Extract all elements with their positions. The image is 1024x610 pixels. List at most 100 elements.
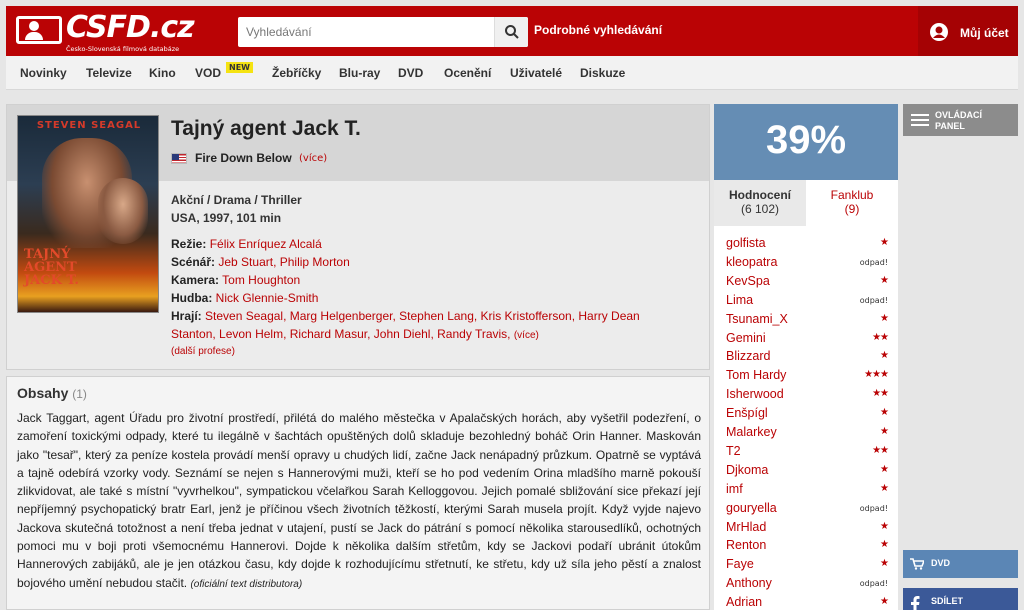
rating-user-link[interactable]: Adrian <box>726 595 762 609</box>
rating-stars-icon: ★ <box>880 407 889 419</box>
rating-user-link[interactable]: Gemini <box>726 331 766 345</box>
control-panel-button[interactable]: OVLÁDACÍ PANEL <box>903 104 1018 136</box>
rating-user-link[interactable]: gouryella <box>726 501 777 515</box>
plot-text: Jack Taggart, agent Úřadu pro životní pr… <box>17 409 701 594</box>
menu-item-vod[interactable]: VOD <box>195 66 221 80</box>
plot-heading: Obsahy (1) <box>17 385 87 401</box>
rating-user-link[interactable]: T2 <box>726 444 741 458</box>
rating-value-text: odpad! <box>859 257 888 267</box>
poster-title-text: TAJNÝ AGENT JACK T. <box>24 247 79 288</box>
rating-user-link[interactable]: Enšpígl <box>726 406 768 420</box>
rating-user-link[interactable]: Tom Hardy <box>726 368 786 382</box>
rating-stars-icon: ★ <box>880 463 889 475</box>
rating-stars-icon: ★ <box>880 596 889 608</box>
rating-stars-icon: ★★ <box>872 331 889 343</box>
rating-value-text: odpad! <box>859 295 888 305</box>
rating-user-link[interactable]: Isherwood <box>726 387 784 401</box>
rating-row: Tsunami_X ★ <box>714 310 898 329</box>
logo-icon <box>16 16 62 44</box>
cart-icon <box>910 558 924 570</box>
more-professions-link[interactable]: (další profese) <box>171 346 235 357</box>
share-button[interactable]: SDÍLET <box>903 588 1018 610</box>
user-ratings-list: golfista ★ kleopatra odpad! KevSpa ★ Lima odpad… <box>714 226 898 610</box>
music-label: Hudba: <box>171 291 213 305</box>
music-link[interactable]: Nick Glennie-Smith <box>216 291 319 305</box>
rating-user-link[interactable]: imf <box>726 482 743 496</box>
advanced-search-link[interactable]: Podrobné vyhledávání <box>534 23 662 37</box>
site-logo[interactable]: CSFD.cz Česko-Slovenská filmová databáze <box>16 10 195 53</box>
rating-row: Anthony odpad! <box>714 574 898 593</box>
cast-more-link[interactable]: (více) <box>514 330 539 341</box>
film-genres: Akční / Drama / Thriller <box>171 193 302 207</box>
menu-item-zebricky[interactable]: Žebříčky <box>272 66 321 80</box>
plot-body: Jack Taggart, agent Úřadu pro životní pr… <box>17 411 701 590</box>
original-title-more-link[interactable]: (více) <box>299 153 327 164</box>
account-button[interactable]: Můj účet <box>918 6 1018 56</box>
film-title: Tajný agent Jack T. <box>171 117 361 140</box>
menu-item-diskuze[interactable]: Diskuze <box>580 66 625 80</box>
rating-user-link[interactable]: Anthony <box>726 576 772 590</box>
cast-links-line2[interactable]: Stanton, Levon Helm, Richard Masur, John… <box>171 327 511 341</box>
rating-stars-icon: ★ <box>880 426 889 437</box>
rating-row: KevSpa ★ <box>714 272 898 291</box>
tab-fanclub[interactable]: Fanklub (9) <box>806 180 898 226</box>
cast-links-line1[interactable]: Steven Seagal, Marg Helgenberger, Stephe… <box>205 309 640 323</box>
tab-fanclub-count: (9) <box>844 202 860 216</box>
rating-user-link[interactable]: Malarkey <box>726 425 777 439</box>
menu-item-dvd[interactable]: DVD <box>398 66 423 80</box>
rating-user-link[interactable]: Lima <box>726 293 753 307</box>
director-link[interactable]: Félix Enríquez Alcalá <box>210 237 322 251</box>
writers-row: Scénář: Jeb Stuart, Philip Morton <box>171 253 350 271</box>
menu-item-kino[interactable]: Kino <box>149 66 176 80</box>
rating-row: Isherwood ★★ <box>714 385 898 404</box>
rating-user-link[interactable]: MrHlad <box>726 520 766 534</box>
user-icon <box>930 23 948 41</box>
rating-box: 39% <box>714 104 898 180</box>
dvd-button[interactable]: DVD <box>903 550 1018 578</box>
rating-row: Djkoma ★ <box>714 461 898 480</box>
menu-item-televize[interactable]: Televize <box>86 66 132 80</box>
control-panel-label: OVLÁDACÍ PANEL <box>935 110 982 131</box>
cast-row: Hrají: Steven Seagal, Marg Helgenberger,… <box>171 307 640 325</box>
rating-user-link[interactable]: golfista <box>726 236 766 250</box>
tab-fanclub-label: Fanklub <box>830 188 874 202</box>
tab-ratings[interactable]: Hodnocení (6 102) <box>714 180 806 226</box>
menu-item-oceneni[interactable]: Ocenění <box>444 66 491 80</box>
rating-user-link[interactable]: Blizzard <box>726 349 770 363</box>
plot-panel: Obsahy (1) Jack Taggart, agent Úřadu pro… <box>6 376 710 610</box>
tab-ratings-count: (6 102) <box>740 202 780 216</box>
rating-stars-icon: ★ <box>880 312 889 324</box>
rating-stars-icon: ★★ <box>872 444 889 456</box>
poster-actor-text: STEVEN SEAGAL <box>36 120 142 131</box>
menu-item-uzivatele[interactable]: Uživatelé <box>510 66 562 80</box>
new-badge: NEW <box>226 62 253 73</box>
plot-source: (oficiální text distributora) <box>190 578 303 590</box>
writers-links[interactable]: Jeb Stuart, Philip Morton <box>218 255 349 269</box>
rating-stars-icon: ★ <box>880 350 889 362</box>
rating-stars-icon: ★ <box>880 237 889 248</box>
search-button[interactable] <box>494 17 528 47</box>
account-label: Můj účet <box>960 26 1009 40</box>
rating-user-link[interactable]: Faye <box>726 557 754 571</box>
more-professions-row: (další profese) <box>171 343 235 361</box>
rating-stars-icon: ★ <box>880 482 889 494</box>
rating-user-link[interactable]: Tsunami_X <box>726 312 788 326</box>
camera-row: Kamera: Tom Houghton <box>171 271 300 289</box>
rating-user-link[interactable]: kleopatra <box>726 255 777 269</box>
original-title: Fire Down Below <box>195 151 292 165</box>
rating-user-link[interactable]: Renton <box>726 538 766 552</box>
rating-user-link[interactable]: KevSpa <box>726 274 770 288</box>
film-poster[interactable]: STEVEN SEAGAL TAJNÝ AGENT JACK T. <box>17 115 159 313</box>
rating-stars-icon: ★★★ <box>864 369 889 381</box>
rating-stars-icon: ★ <box>880 274 889 286</box>
menu-item-bluray[interactable]: Blu-ray <box>339 66 380 80</box>
camera-link[interactable]: Tom Houghton <box>222 273 300 287</box>
tab-ratings-label: Hodnocení <box>729 188 791 202</box>
rating-row: Enšpígl ★ <box>714 404 898 423</box>
search-box <box>238 17 528 47</box>
rating-user-link[interactable]: Djkoma <box>726 463 768 477</box>
rating-stars-icon: ★ <box>880 539 889 551</box>
search-input[interactable] <box>238 17 488 47</box>
plot-count: (1) <box>72 387 87 401</box>
menu-item-novinky[interactable]: Novinky <box>20 66 67 80</box>
